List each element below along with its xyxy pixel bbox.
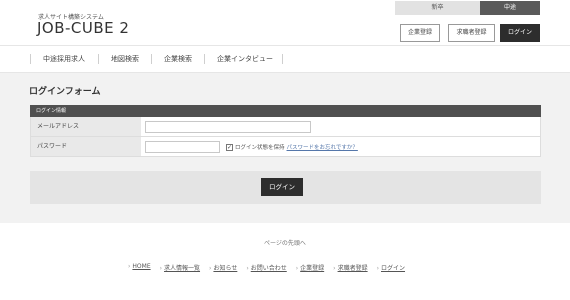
footer-link-home[interactable]: › HOME: [128, 263, 151, 272]
footer-link-label: 求人情報一覧: [164, 265, 201, 272]
submit-bar: ログイン: [30, 171, 541, 204]
chevron-right-icon: ›: [209, 265, 212, 272]
nav-item-company-search[interactable]: 企業検索: [151, 54, 192, 64]
password-row: パスワード ✓ ログイン状態を保持 パスワードをお忘れですか？: [30, 137, 541, 157]
nav-item-map-search[interactable]: 地図検索: [98, 54, 139, 64]
footer-link-label: HOME: [132, 263, 151, 270]
footer-link-label: お問い合わせ: [250, 265, 287, 272]
back-to-top-link[interactable]: ページの先頭へ: [0, 238, 570, 247]
forgot-password-link[interactable]: パスワードをお忘れですか？: [287, 143, 358, 151]
company-register-button[interactable]: 企業登録: [400, 24, 440, 42]
chevron-right-icon: ›: [333, 265, 336, 272]
password-label: パスワード: [31, 137, 141, 156]
email-row: メールアドレス: [30, 117, 541, 137]
footer-link-seeker-register[interactable]: › 求職者登録: [333, 263, 367, 272]
chevron-right-icon: ›: [376, 265, 379, 272]
email-field[interactable]: [145, 121, 311, 133]
main-nav: 中途採用求人 地図検索 企業検索 企業インタビュー: [0, 45, 570, 73]
footer-link-news[interactable]: › お知らせ: [209, 263, 237, 272]
keep-login-checkbox[interactable]: ✓: [226, 143, 233, 151]
page-title: ログインフォーム: [29, 87, 101, 97]
chevron-right-icon: ›: [295, 265, 299, 272]
header-login-button[interactable]: ログイン: [500, 24, 540, 42]
footer-link-label: お知らせ: [213, 265, 238, 272]
email-label: メールアドレス: [31, 117, 141, 136]
keep-login-label[interactable]: ログイン状態を保持: [235, 143, 285, 151]
nav-item-mid-career-jobs[interactable]: 中途採用求人: [30, 54, 85, 64]
footer-link-label: 求職者登録: [337, 265, 368, 272]
login-submit-button[interactable]: ログイン: [261, 178, 303, 196]
chevron-right-icon: ›: [159, 265, 163, 272]
tab-new-graduate[interactable]: 新卒: [395, 1, 480, 15]
footer-link-jobs[interactable]: › 求人情報一覧: [160, 263, 200, 272]
footer-link-company-register[interactable]: › 企業登録: [296, 263, 324, 272]
top-tabs: 新卒 中途: [395, 1, 540, 15]
nav-item-company-interview[interactable]: 企業インタビュー: [204, 54, 273, 64]
footer-link-label: ログイン: [381, 265, 406, 272]
footer-link-login[interactable]: › ログイン: [377, 263, 405, 272]
seeker-register-button[interactable]: 求職者登録: [448, 24, 495, 42]
form-section-header: ログイン情報: [30, 105, 541, 117]
footer-link-label: 企業登録: [300, 265, 325, 272]
chevron-right-icon: ›: [246, 265, 249, 272]
chevron-right-icon: ›: [128, 263, 131, 270]
keep-login-group: ✓ ログイン状態を保持 パスワードをお忘れですか？: [226, 141, 358, 153]
site-logo[interactable]: JOB-CUBE 2: [37, 19, 129, 37]
login-form: ログイン情報 メールアドレス パスワード ✓ ログイン状態を保持 パスワードをお…: [30, 105, 541, 157]
site-header: 求人サイト構築システム JOB-CUBE 2 新卒 中途 企業登録 求職者登録 …: [0, 0, 570, 45]
footer-links: › HOME › 求人情報一覧 › お知らせ › お問い合わせ › 企業登録 › 求職者登録…: [128, 263, 414, 272]
password-field[interactable]: [145, 141, 220, 153]
tab-mid-career[interactable]: 中途: [480, 1, 540, 15]
footer-link-contact[interactable]: › お問い合わせ: [246, 263, 286, 272]
nav-divider: [282, 54, 283, 64]
